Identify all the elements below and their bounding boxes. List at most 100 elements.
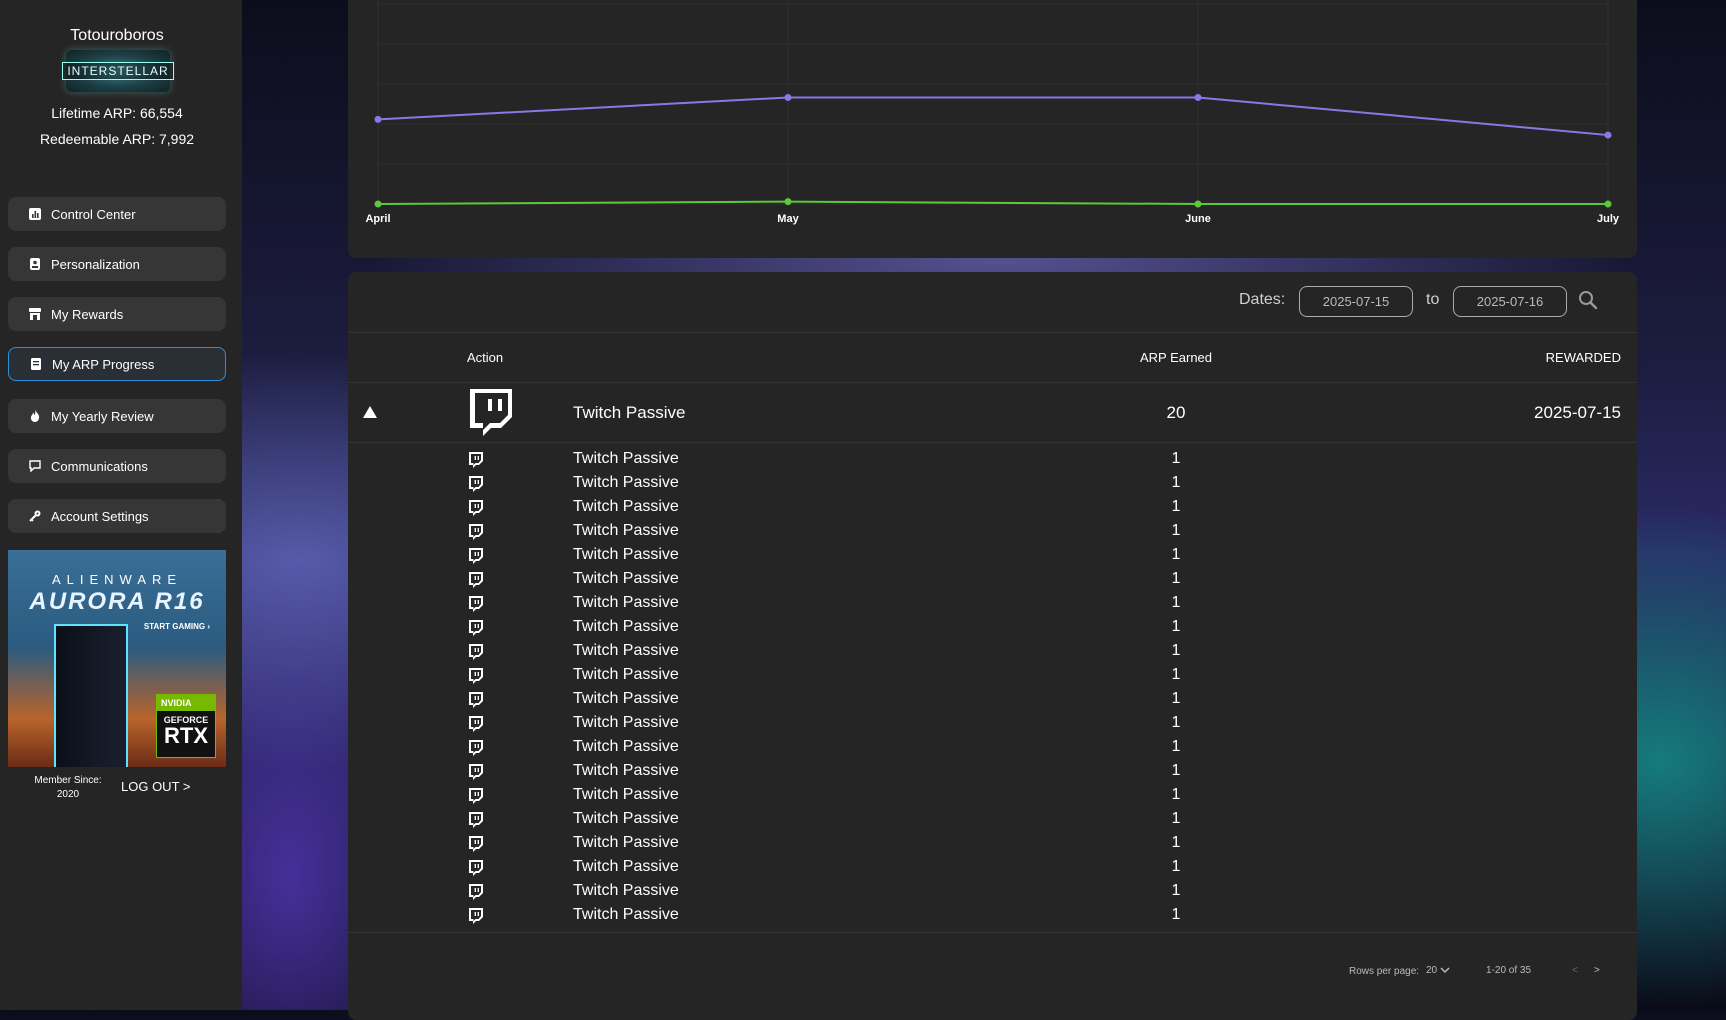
twitch-icon xyxy=(468,907,484,924)
row-arp: 1 xyxy=(1171,762,1181,779)
twitch-icon xyxy=(468,595,484,612)
chevron-down-icon xyxy=(1440,967,1450,974)
row-arp: 1 xyxy=(1171,450,1181,467)
logout-link[interactable]: LOG OUT > xyxy=(121,779,190,794)
divider xyxy=(348,332,1637,333)
row-action: Twitch Passive xyxy=(573,522,679,539)
pc-tower-image xyxy=(54,624,128,767)
dates-label: Dates: xyxy=(1239,291,1286,308)
twitch-icon xyxy=(468,475,484,492)
row-action: Twitch Passive xyxy=(573,498,679,515)
row-action: Twitch Passive xyxy=(573,762,679,779)
row-action: Twitch Passive xyxy=(573,834,679,851)
sidebar-item-communications[interactable]: Communications xyxy=(8,449,226,483)
data-point[interactable] xyxy=(1194,93,1202,101)
date-to-input[interactable] xyxy=(1453,286,1567,317)
table-row: Twitch Passive 1 xyxy=(348,856,1637,880)
date-from-input[interactable] xyxy=(1299,286,1413,317)
rtx-label: RTX xyxy=(164,723,208,748)
table-row: Twitch Passive 1 xyxy=(348,904,1637,928)
id-card-icon xyxy=(29,258,41,270)
data-point[interactable] xyxy=(1194,200,1202,208)
sidebar-item-account-settings[interactable]: Account Settings xyxy=(8,499,226,533)
row-arp: 1 xyxy=(1171,618,1181,635)
header-action: Action xyxy=(467,350,504,365)
nvidia-label: NVIDIA xyxy=(157,695,215,711)
sidebar-item-control-center[interactable]: Control Center xyxy=(8,197,226,231)
chat-icon xyxy=(29,460,41,473)
rows-per-page-value: 20 xyxy=(1426,965,1438,976)
table-row: Twitch Passive 1 xyxy=(348,784,1637,808)
main-row-action: Twitch Passive xyxy=(573,403,686,422)
row-action: Twitch Passive xyxy=(573,906,679,923)
guild-logo: INTERSTELLAR xyxy=(62,50,174,92)
row-action: Twitch Passive xyxy=(573,690,679,707)
sidebar-item-personalization[interactable]: Personalization xyxy=(8,247,226,281)
twitch-icon xyxy=(468,451,484,468)
rows-per-page-label: Rows per page: xyxy=(1349,966,1420,977)
table-row: Twitch Passive 1 xyxy=(348,616,1637,640)
sidebar-item-my-yearly-review[interactable]: My Yearly Review xyxy=(8,399,226,433)
main-row-arp: 20 xyxy=(1166,403,1186,422)
row-action: Twitch Passive xyxy=(573,738,679,755)
member-since: Member Since: 2020 xyxy=(34,775,102,800)
rows-per-page-select[interactable]: 20 xyxy=(1426,965,1450,976)
row-arp: 1 xyxy=(1171,546,1181,563)
row-arp: 1 xyxy=(1171,666,1181,683)
main-row-date: 2025-07-15 xyxy=(1534,403,1621,422)
sidebar-item-label: My Rewards xyxy=(51,306,124,322)
arp-progress-chart-card: April May June July xyxy=(348,0,1637,258)
store-icon xyxy=(29,308,41,320)
data-point[interactable] xyxy=(1604,200,1612,208)
x-tick-label: July xyxy=(1597,213,1620,225)
next-page-button[interactable]: > xyxy=(1594,965,1600,976)
book-icon xyxy=(30,358,42,370)
redeemable-arp: Redeemable ARP: 7,992 xyxy=(39,131,195,147)
header-arp-earned: ARP Earned xyxy=(1139,350,1213,365)
row-action: Twitch Passive xyxy=(573,810,679,827)
table-row: Twitch Passive 1 xyxy=(348,448,1637,472)
x-tick-label: June xyxy=(1185,213,1211,225)
sidebar-item-my-rewards[interactable]: My Rewards xyxy=(8,297,226,331)
divider xyxy=(348,382,1637,383)
series-line-1 xyxy=(377,200,1608,205)
twitch-icon xyxy=(468,835,484,852)
table-row: Twitch Passive 1 xyxy=(348,808,1637,832)
sidebar-item-label: My Yearly Review xyxy=(51,408,154,424)
alienware-ad-banner[interactable]: ALIENWARE AURORA R16 START GAMING › NVID… xyxy=(8,550,226,767)
collapse-triangle-icon[interactable] xyxy=(362,404,378,420)
twitch-icon xyxy=(468,667,484,684)
twitch-icon xyxy=(468,787,484,804)
twitch-icon xyxy=(468,883,484,900)
search-icon[interactable] xyxy=(1578,290,1598,310)
data-point[interactable] xyxy=(784,198,792,206)
data-point[interactable] xyxy=(1604,131,1612,139)
arp-history-table-card: Dates: to Action ARP Earned REWARDED Twi… xyxy=(348,272,1637,1020)
twitch-icon xyxy=(468,571,484,588)
row-arp: 1 xyxy=(1171,786,1181,803)
row-arp: 1 xyxy=(1171,570,1181,587)
twitch-icon xyxy=(468,859,484,876)
table-row: Twitch Passive 1 xyxy=(348,496,1637,520)
row-action: Twitch Passive xyxy=(573,618,679,635)
row-arp: 1 xyxy=(1171,714,1181,731)
table-row: Twitch Passive 1 xyxy=(348,472,1637,496)
table-row: Twitch Passive 1 xyxy=(348,712,1637,736)
row-action: Twitch Passive xyxy=(573,714,679,731)
data-point[interactable] xyxy=(784,93,792,101)
data-point[interactable] xyxy=(374,115,382,123)
twitch-icon xyxy=(468,715,484,732)
row-action: Twitch Passive xyxy=(573,786,679,803)
row-arp: 1 xyxy=(1171,690,1181,707)
sidebar-item-my-arp-progress[interactable]: My ARP Progress xyxy=(8,347,226,381)
row-arp: 1 xyxy=(1171,906,1181,923)
data-point[interactable] xyxy=(374,200,382,208)
row-action: Twitch Passive xyxy=(573,450,679,467)
sidebar-item-label: Personalization xyxy=(51,256,140,272)
ad-brand: ALIENWARE xyxy=(51,572,183,587)
sidebar-item-label: Communications xyxy=(51,458,148,474)
prev-page-button[interactable]: < xyxy=(1572,965,1578,976)
row-action: Twitch Passive xyxy=(573,642,679,659)
twitch-icon xyxy=(468,811,484,828)
ad-cta: START GAMING › xyxy=(143,622,210,631)
